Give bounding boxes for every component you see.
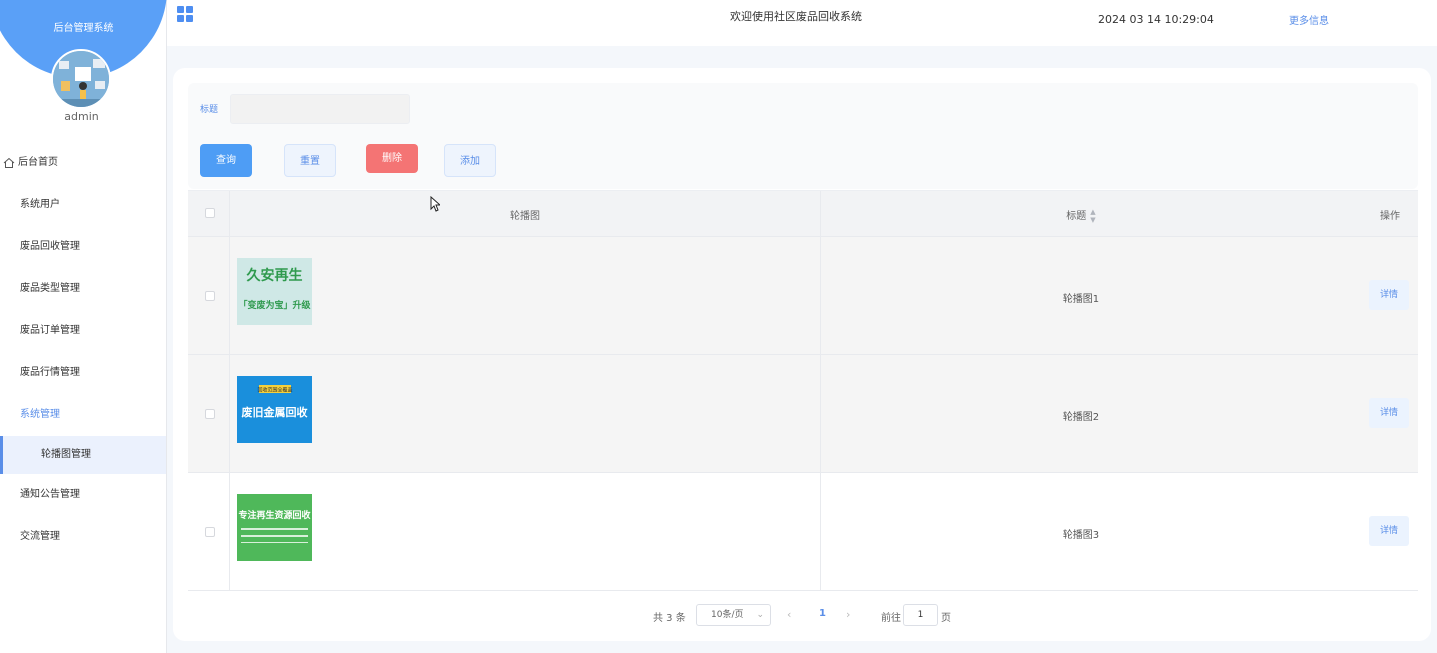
search-area: 标题 查询 重置 删除 添加 xyxy=(188,83,1418,189)
title-filter-label: 标题 xyxy=(200,105,219,115)
svg-text:久安再生: 久安再生 xyxy=(246,267,303,284)
sidebar-item-label: 通知公告管理 xyxy=(20,489,80,500)
image-cell: 回收范围全覆盖 废旧金属回收 xyxy=(230,355,821,472)
detail-button[interactable]: 详情 xyxy=(1369,398,1409,428)
sidebar-item-carousel[interactable]: 轮播图管理 xyxy=(0,436,166,474)
row-checkbox[interactable] xyxy=(205,409,215,419)
table-header: 轮播图 标题 ▲ ▼ 操作 xyxy=(188,191,1418,237)
table-row: 专注再生资源回收 轮播图3 详情 xyxy=(188,473,1418,591)
page-number-current[interactable]: 1 xyxy=(819,608,826,619)
sort-icon[interactable]: ▲ ▼ xyxy=(1090,208,1095,224)
sidebar-item-label: 后台首页 xyxy=(18,157,58,168)
check-cell xyxy=(188,473,230,590)
column-header-title: 标题 xyxy=(1066,211,1087,222)
add-button[interactable]: 添加 xyxy=(444,144,496,177)
svg-text:专注再生资源回收: 专注再生资源回收 xyxy=(238,509,310,521)
operation-cell: 详情 xyxy=(1341,473,1418,590)
sidebar-item-label: 废品行情管理 xyxy=(20,367,80,378)
sidebar-item-label: 废品回收管理 xyxy=(20,241,80,252)
title-cell: 轮播图1 xyxy=(821,237,1341,354)
svg-text:废旧金属回收: 废旧金属回收 xyxy=(242,405,308,419)
sidebar-item-label: 系统管理 xyxy=(20,409,60,420)
table-row: 久安再生 「变废为宝」升级 轮播图1 详情 xyxy=(188,237,1418,355)
sidebar-item-label: 交流管理 xyxy=(20,531,60,542)
welcome-text: 欢迎使用社区废品回收系统 xyxy=(730,10,862,23)
column-header-title-wrap[interactable]: 标题 ▲ ▼ xyxy=(821,207,1341,224)
svg-text:回收范围全覆盖: 回收范围全覆盖 xyxy=(257,387,292,394)
sidebar-item-home[interactable]: 后台首页 xyxy=(0,142,166,184)
sidebar-item-system-management[interactable]: 系统管理 xyxy=(0,394,166,436)
total-count: 共 3 条 xyxy=(653,613,686,624)
carousel-thumbnail[interactable]: 回收范围全覆盖 废旧金属回收 xyxy=(237,376,312,443)
column-header-image: 轮播图 xyxy=(510,211,540,222)
row-title: 轮播图2 xyxy=(1062,412,1100,423)
sidebar-item-waste-market[interactable]: 废品行情管理 xyxy=(0,352,166,394)
sidebar-item-waste-orders[interactable]: 废品订单管理 xyxy=(0,310,166,352)
username: admin xyxy=(64,110,99,123)
sidebar-item-waste-recycling[interactable]: 废品回收管理 xyxy=(0,226,166,268)
delete-button[interactable]: 删除 xyxy=(366,144,418,173)
sidebar-item-label: 废品订单管理 xyxy=(20,325,80,336)
carousel-thumbnail[interactable]: 久安再生 「变废为宝」升级 xyxy=(237,258,312,325)
current-datetime: 2024 03 14 10:29:04 xyxy=(1098,13,1214,26)
header-image-cell: 轮播图 xyxy=(230,191,821,236)
image-cell: 久安再生 「变废为宝」升级 xyxy=(230,237,821,354)
header-operation-cell: 操作 xyxy=(1341,191,1418,236)
more-info-link[interactable]: 更多信息 xyxy=(1289,12,1329,27)
avatar[interactable] xyxy=(51,49,111,109)
pagination: 共 3 条 10条/页 ⌄ ‹ 1 › 前往 1 页 xyxy=(173,603,1431,627)
column-header-operation: 操作 xyxy=(1380,211,1400,222)
sidebar-item-waste-types[interactable]: 废品类型管理 xyxy=(0,268,166,310)
row-checkbox[interactable] xyxy=(205,527,215,537)
page-size-select[interactable]: 10条/页 ⌄ xyxy=(696,604,771,626)
svg-text:「变废为宝」升级: 「变废为宝」升级 xyxy=(238,299,311,311)
menu-grid-icon[interactable] xyxy=(177,6,193,22)
reset-button[interactable]: 重置 xyxy=(284,144,336,177)
row-title: 轮播图1 xyxy=(1062,294,1100,305)
main-panel: 标题 查询 重置 删除 添加 轮播图 标题 ▲ ▼ 操作 久安再生 「变废为宝」… xyxy=(173,68,1431,641)
operation-cell: 详情 xyxy=(1341,237,1418,354)
check-cell xyxy=(188,355,230,472)
detail-button[interactable]: 详情 xyxy=(1369,280,1409,310)
header-check-cell xyxy=(188,191,230,236)
top-bar: 欢迎使用社区废品回收系统 2024 03 14 10:29:04 更多信息 xyxy=(167,0,1437,46)
sidebar: 后台管理系统 admin 后台首页 系统用户 废品回收管理 废品类型管理 废品订… xyxy=(0,0,167,653)
operation-cell: 详情 xyxy=(1341,355,1418,472)
sidebar-item-label: 系统用户 xyxy=(20,199,60,210)
page-size-value: 10条/页 xyxy=(711,610,744,620)
sidebar-item-notices[interactable]: 通知公告管理 xyxy=(0,474,166,516)
row-checkbox[interactable] xyxy=(205,291,215,301)
image-cell: 专注再生资源回收 xyxy=(230,473,821,590)
detail-button[interactable]: 详情 xyxy=(1369,516,1409,546)
brand-title: 后台管理系统 xyxy=(53,23,114,34)
sidebar-item-label: 废品类型管理 xyxy=(20,283,80,294)
title-cell: 轮播图3 xyxy=(821,473,1341,590)
prev-page-icon[interactable]: ‹ xyxy=(787,608,791,621)
sidebar-item-label: 轮播图管理 xyxy=(41,449,91,460)
query-button[interactable]: 查询 xyxy=(200,144,252,177)
sidebar-item-system-users[interactable]: 系统用户 xyxy=(0,184,166,226)
header-title-cell[interactable]: 标题 ▲ ▼ xyxy=(821,191,1341,236)
select-all-checkbox[interactable] xyxy=(205,208,215,218)
next-page-icon[interactable]: › xyxy=(846,608,850,621)
goto-label: 前往 xyxy=(881,613,901,624)
carousel-table: 轮播图 标题 ▲ ▼ 操作 久安再生 「变废为宝」升级 轮播图1 详情 回收范围… xyxy=(188,190,1418,591)
sidebar-menu: 后台首页 系统用户 废品回收管理 废品类型管理 废品订单管理 废品行情管理 系统… xyxy=(0,142,166,558)
page-suffix: 页 xyxy=(941,613,951,624)
row-title: 轮播图3 xyxy=(1062,530,1100,541)
sidebar-item-communication[interactable]: 交流管理 xyxy=(0,516,166,558)
carousel-thumbnail[interactable]: 专注再生资源回收 xyxy=(237,494,312,561)
goto-page-input[interactable]: 1 xyxy=(903,604,938,626)
mouse-cursor-icon xyxy=(430,196,440,212)
home-icon xyxy=(3,157,15,168)
title-search-input[interactable] xyxy=(230,94,410,124)
title-cell: 轮播图2 xyxy=(821,355,1341,472)
check-cell xyxy=(188,237,230,354)
table-row: 回收范围全覆盖 废旧金属回收 轮播图2 详情 xyxy=(188,355,1418,473)
chevron-down-icon: ⌄ xyxy=(756,610,764,620)
